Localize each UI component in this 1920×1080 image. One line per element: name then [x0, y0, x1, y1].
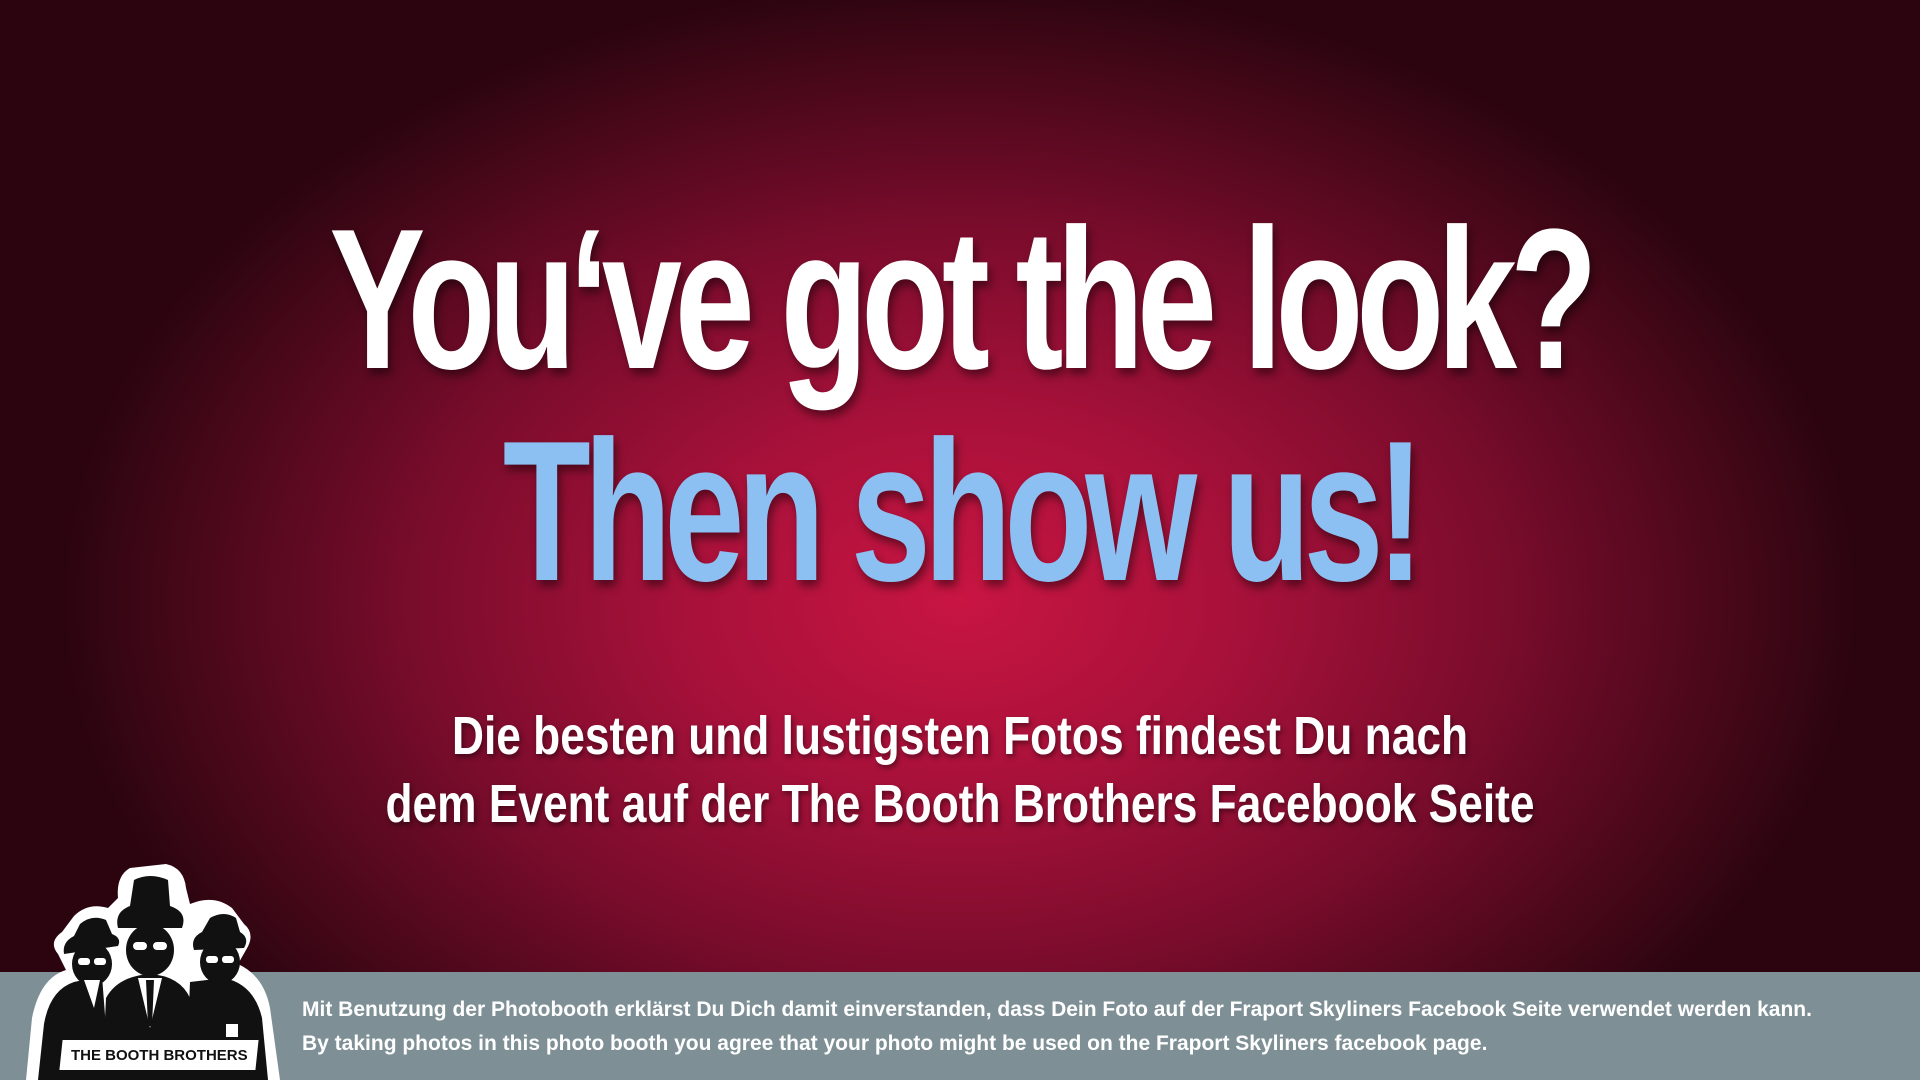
consent-text-de: Mit Benutzung der Photobooth erklärst Du… — [302, 998, 1812, 1021]
consent-text-en: By taking photos in this photo booth you… — [302, 1032, 1488, 1055]
logo-banner: THE BOOTH BROTHERS — [56, 1037, 262, 1073]
headline-line-2: Then show us! — [502, 400, 1425, 623]
subline-line-2: dem Event auf der The Booth Brothers Fac… — [385, 774, 1535, 834]
logo-text: THE BOOTH BROTHERS — [70, 1046, 248, 1064]
subline-line-1: Die besten und lustigsten Fotos findest … — [451, 706, 1469, 766]
headline-line-1: You‘ve got the look? — [329, 188, 1598, 411]
footer-bar — [0, 972, 1920, 1080]
